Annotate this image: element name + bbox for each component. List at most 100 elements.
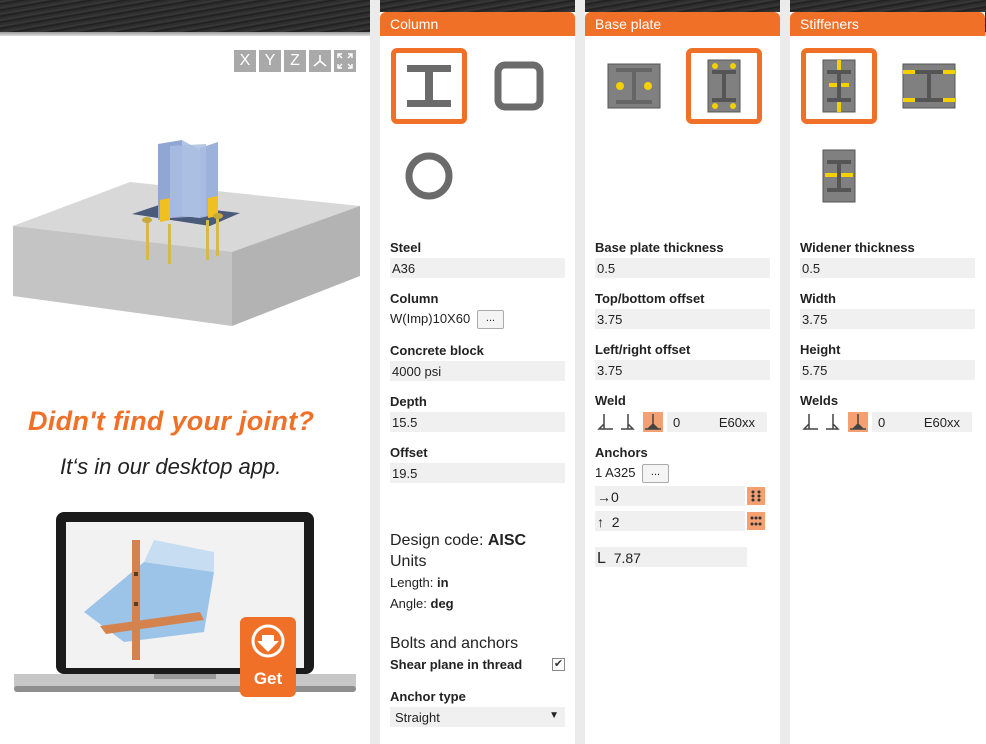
desktop-app-promo[interactable]: Get bbox=[14, 512, 356, 702]
anchor-pattern-vertical-button[interactable] bbox=[747, 512, 765, 530]
angle-unit-label: Angle: bbox=[390, 596, 427, 611]
fillet-weld-left-icon[interactable] bbox=[595, 412, 615, 432]
fillet-weld-left-icon[interactable] bbox=[800, 412, 820, 432]
steel-label: Steel bbox=[390, 240, 422, 255]
view-z-button[interactable]: Z bbox=[284, 50, 306, 72]
promo-subtitle: It‘s in our desktop app. bbox=[60, 454, 282, 479]
fullscreen-icon[interactable] bbox=[334, 50, 356, 72]
fillet-weld-right-icon[interactable] bbox=[619, 412, 639, 432]
3d-model-view[interactable] bbox=[10, 136, 360, 336]
viewer-panel: X Y Z Didn't find your joint? It‘s in ou… bbox=[0, 36, 370, 744]
stiffener-type-2-button[interactable] bbox=[891, 48, 967, 124]
dots-grid-icon bbox=[750, 516, 762, 526]
offset-label: Offset bbox=[390, 445, 428, 460]
length-unit-value[interactable]: in bbox=[437, 575, 449, 590]
baseplate-panel-header: Base plate bbox=[585, 12, 780, 36]
weld-field[interactable]: 0 E60xx bbox=[667, 412, 767, 432]
bolts-anchors-label: Bolts and anchors bbox=[390, 635, 519, 652]
stiffener-weld-field[interactable]: 0 E60xx bbox=[872, 412, 972, 432]
weld-label: Weld bbox=[595, 393, 626, 408]
anchor-horizontal-value: 0 bbox=[611, 489, 619, 505]
baseplate-inside-bolts-icon bbox=[707, 59, 741, 113]
i-section-button[interactable] bbox=[391, 48, 467, 124]
stiffener-width-input[interactable]: 3.75 bbox=[800, 309, 975, 329]
anchor-vertical-value: 2 bbox=[611, 514, 620, 530]
offset-input[interactable]: 19.5 bbox=[390, 463, 565, 483]
weld-material: E60xx bbox=[718, 415, 755, 430]
concrete-label: Concrete block bbox=[390, 343, 484, 358]
double-fillet-weld-icon[interactable] bbox=[643, 412, 663, 432]
design-code: Design code: AISC bbox=[390, 532, 526, 550]
anchor-length-prefix: L bbox=[597, 550, 606, 567]
baseplate-type-2-button[interactable] bbox=[686, 48, 762, 124]
leftright-offset-input[interactable]: 3.75 bbox=[595, 360, 770, 380]
steel-input[interactable]: A36 bbox=[390, 258, 565, 278]
units-label: Units bbox=[390, 553, 427, 570]
chs-section-button[interactable] bbox=[391, 138, 467, 214]
panel-divider bbox=[370, 0, 380, 744]
stiffener-width-label: Width bbox=[800, 291, 836, 306]
anchor-vertical-field[interactable]: ↑ 2 bbox=[595, 511, 745, 531]
square-tube-icon bbox=[494, 61, 544, 111]
weld-row: 0 E60xx bbox=[595, 412, 767, 432]
anchor-horizontal-field[interactable]: →0 bbox=[595, 486, 745, 506]
angle-unit-value[interactable]: deg bbox=[431, 596, 454, 611]
stiffener-flange-icon bbox=[822, 59, 856, 113]
get-label: Get bbox=[253, 669, 283, 688]
concrete-input[interactable]: 4000 psi bbox=[390, 361, 565, 381]
anchors-select-button[interactable]: ... bbox=[642, 464, 669, 483]
baseplate-panel: Base plate Base plate thickness 0.5 Top/… bbox=[585, 12, 780, 744]
anchors-label: Anchors bbox=[595, 445, 648, 460]
anchor-type-label: Anchor type bbox=[390, 689, 466, 704]
depth-label: Depth bbox=[390, 394, 427, 409]
anchor-length-value: 7.87 bbox=[613, 550, 641, 566]
anchors-value: 1 A325 bbox=[595, 465, 636, 480]
stiffeners-panel-header: Stiffeners bbox=[790, 12, 985, 36]
promo-title: Didn't find your joint? bbox=[28, 406, 315, 436]
stiffener-type-3-button[interactable] bbox=[801, 138, 877, 214]
stiffener-side-icon bbox=[902, 63, 956, 109]
thickness-input[interactable]: 0.5 bbox=[595, 258, 770, 278]
design-code-label: Design code: bbox=[390, 532, 484, 549]
view-x-button[interactable]: X bbox=[234, 50, 256, 72]
stiffener-type-1-button[interactable] bbox=[801, 48, 877, 124]
stiffener-height-input[interactable]: 5.75 bbox=[800, 360, 975, 380]
view-toolbar: X Y Z bbox=[234, 50, 356, 72]
fillet-weld-right-icon[interactable] bbox=[824, 412, 844, 432]
design-code-value[interactable]: AISC bbox=[488, 532, 526, 549]
stiffener-web-icon bbox=[822, 149, 856, 203]
length-unit: Length: in bbox=[390, 575, 449, 590]
anchor-type-value: Straight bbox=[395, 710, 440, 725]
stiffener-weld-material: E60xx bbox=[923, 415, 960, 430]
shear-plane-checkbox[interactable]: ✔ bbox=[552, 658, 565, 671]
leftright-offset-label: Left/right offset bbox=[595, 342, 691, 357]
round-tube-icon bbox=[405, 152, 453, 200]
shear-plane-label: Shear plane in thread bbox=[390, 657, 523, 672]
anchor-length-field[interactable]: L 7.87 bbox=[595, 547, 747, 567]
arrow-up-icon: ↑ bbox=[597, 514, 604, 530]
welds-label: Welds bbox=[800, 393, 839, 408]
column-select-button[interactable]: ... bbox=[477, 310, 504, 329]
panel-divider bbox=[575, 0, 585, 744]
stiffener-weld-size: 0 bbox=[878, 415, 886, 430]
topbottom-offset-input[interactable]: 3.75 bbox=[595, 309, 770, 329]
anchor-pattern-horizontal-button[interactable] bbox=[747, 487, 765, 505]
get-button[interactable]: Get bbox=[240, 617, 296, 697]
depth-input[interactable]: 15.5 bbox=[390, 412, 565, 432]
baseplate-type-1-button[interactable] bbox=[596, 48, 672, 124]
rhs-section-button[interactable] bbox=[481, 48, 557, 124]
anchor-type-select[interactable]: Straight ▼ bbox=[390, 707, 565, 727]
isometric-view-icon[interactable] bbox=[309, 50, 331, 72]
weld-size: 0 bbox=[673, 415, 681, 430]
baseplate-outside-bolts-icon bbox=[607, 63, 661, 109]
double-fillet-weld-icon[interactable] bbox=[848, 412, 868, 432]
column-panel: Column Steel A36 Column W(Imp)10X60 ... … bbox=[380, 12, 575, 744]
dots-grid-icon bbox=[751, 490, 761, 502]
widener-thickness-input[interactable]: 0.5 bbox=[800, 258, 975, 278]
column-panel-header: Column bbox=[380, 12, 575, 36]
chevron-down-icon: ▼ bbox=[549, 710, 559, 721]
thickness-label: Base plate thickness bbox=[595, 240, 724, 255]
column-label: Column bbox=[390, 291, 439, 306]
stiffener-weld-row: 0 E60xx bbox=[800, 412, 972, 432]
view-y-button[interactable]: Y bbox=[259, 50, 281, 72]
